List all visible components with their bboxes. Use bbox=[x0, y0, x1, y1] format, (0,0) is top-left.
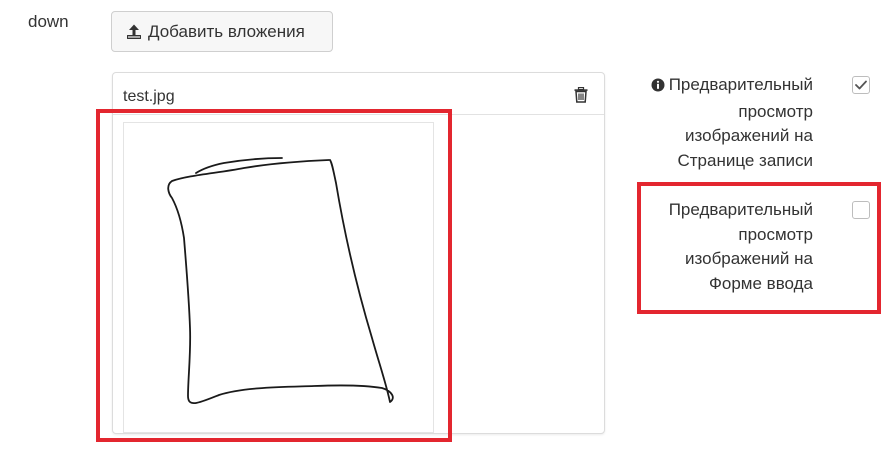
option-preview-input-form: Предварительный просмотр изображений на … bbox=[613, 198, 813, 296]
option-label-line: Предварительный bbox=[613, 73, 813, 100]
option-label-line: Предварительный bbox=[668, 200, 813, 219]
add-attachments-label: Добавить вложения bbox=[148, 21, 305, 41]
trash-icon[interactable] bbox=[574, 86, 588, 103]
preview-record-page-checkbox[interactable] bbox=[852, 76, 870, 94]
checkmark-icon bbox=[855, 80, 867, 90]
option-preview-record-page: Предварительный просмотр изображений на … bbox=[613, 73, 813, 173]
attachment-card: test.jpg bbox=[112, 72, 605, 434]
add-attachments-button[interactable]: Добавить вложения bbox=[111, 11, 333, 52]
attachment-file-name: test.jpg bbox=[123, 87, 175, 105]
field-label: down bbox=[28, 12, 69, 31]
image-thumbnail[interactable] bbox=[123, 122, 434, 433]
option-label-line: просмотр bbox=[738, 224, 813, 244]
sketch-image bbox=[167, 157, 394, 404]
option-label-line: Форме ввода bbox=[708, 273, 813, 293]
upload-icon bbox=[126, 24, 142, 40]
info-icon[interactable] bbox=[651, 75, 665, 100]
option-label-line: изображений на bbox=[685, 126, 813, 145]
option-label-line: Странице записи bbox=[677, 150, 813, 170]
option-label-line: изображений на bbox=[685, 249, 813, 268]
option-label-line: просмотр bbox=[738, 101, 813, 121]
attachment-settings-panel: down Добавить вложения test.jpg Предвари… bbox=[0, 0, 883, 454]
preview-input-form-checkbox[interactable] bbox=[852, 201, 870, 219]
attachment-header: test.jpg bbox=[113, 73, 604, 115]
